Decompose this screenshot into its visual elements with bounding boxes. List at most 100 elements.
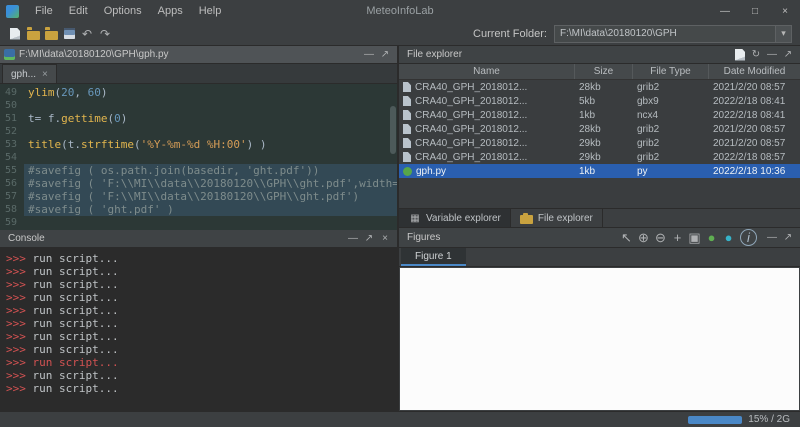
statusbar: 15% / 2G [0,411,800,427]
code-line: 49ylim(20, 60) [0,86,397,99]
scrollbar-thumb[interactable] [390,106,396,154]
folder-icon [520,211,534,225]
draw-point-icon[interactable]: ● [703,229,720,246]
column-header-date-modified[interactable]: Date Modified [709,64,800,79]
current-folder-combobox[interactable]: F:\MI\data\20180120\GPH ▾ [554,25,792,43]
dropdown-arrow-icon[interactable]: ▾ [775,26,791,42]
column-header-file-type[interactable]: File Type [633,64,709,79]
console-prompt: >>> [6,304,26,317]
undo-icon[interactable]: ↶ [78,25,96,43]
figures-toolbar: ↖⊕⊖+▣●●i [618,229,760,246]
float-panel-icon[interactable]: ↗ [780,230,796,246]
identify-icon[interactable]: i [740,229,757,246]
file-explorer-title: File explorer [403,49,466,60]
close-tab-icon[interactable]: × [42,69,48,80]
table-row[interactable]: CRA40_GPH_2018012...29kbgrib22021/2/20 0… [399,136,800,150]
table-row[interactable]: gph.py1kbpy2022/2/18 10:36 [399,164,800,178]
save-icon[interactable] [60,25,78,43]
memory-progress-bar [688,416,742,424]
python-file-icon [4,49,15,60]
console-line: >>> run script... [6,382,391,395]
grib-file-icon [403,152,411,162]
float-panel-icon[interactable]: ↗ [377,47,393,63]
rotate-icon[interactable]: ● [720,229,737,246]
select-arrow-icon[interactable]: ↖ [618,229,635,246]
zoom-out-icon[interactable]: ⊖ [652,229,669,246]
console-text: run script... [26,343,119,356]
console-line: >>> run script... [6,252,391,265]
pan-icon[interactable]: + [669,229,686,246]
locate-file-icon[interactable] [732,47,748,63]
console-input-line[interactable]: >>> [6,395,391,408]
cell-name: CRA40_GPH_2018012... [399,110,575,121]
table-row[interactable]: CRA40_GPH_2018012...29kbgrib22022/2/18 0… [399,150,800,164]
code-text: #savefig ( 'F:\\MI\\data\\20180120\\GPH\… [24,190,397,203]
column-header-name[interactable]: Name [399,64,575,79]
python-file-icon [403,167,412,176]
full-extent-icon[interactable]: ▣ [686,229,703,246]
minimize-panel-icon[interactable]: — [764,47,780,63]
cell-name: CRA40_GPH_2018012... [399,124,575,135]
tab-figure-1[interactable]: Figure 1 [401,248,466,266]
memory-text: 15% / 2G [748,414,790,425]
zoom-in-icon[interactable]: ⊕ [635,229,652,246]
tab-file-explorer[interactable]: File explorer [511,209,603,227]
menu-options[interactable]: Options [96,2,150,20]
minimize-panel-icon[interactable]: — [345,231,361,247]
code-line: 54 [0,151,397,164]
line-number: 57 [0,191,24,202]
cell-date-modified: 2021/2/20 08:57 [709,124,800,135]
console-text: run script... [26,278,119,291]
open-file-icon[interactable] [24,25,42,43]
grib-file-icon [403,96,411,106]
console-line: >>> run script... [6,291,391,304]
line-number: 55 [0,165,24,176]
float-panel-icon[interactable]: ↗ [361,231,377,247]
editor-panel-controls: —↗ [361,47,393,63]
refresh-icon[interactable]: ↻ [748,47,764,63]
cell-name: gph.py [399,166,575,177]
console-output[interactable]: >>> run script...>>> run script...>>> ru… [0,248,397,411]
column-header-size[interactable]: Size [575,64,633,79]
menu-apps[interactable]: Apps [150,2,191,20]
close-panel-icon[interactable]: × [377,231,393,247]
console-text: run script... [26,330,119,343]
editor-tabbar: gph... × [0,64,397,84]
main-area: F:\MI\data\20180120\GPH\gph.py —↗ gph...… [0,46,800,411]
close-window-icon[interactable]: × [770,0,800,22]
tab-variable-explorer[interactable]: ▦Variable explorer [399,209,511,227]
minimize-panel-icon[interactable]: — [361,47,377,63]
editor-scrollbar[interactable] [389,84,397,230]
console-prompt: >>> [6,330,26,343]
console-line: >>> run script... [6,317,391,330]
table-row[interactable]: CRA40_GPH_2018012...28kbgrib22021/2/20 0… [399,122,800,136]
table-row[interactable]: CRA40_GPH_2018012...28kbgrib22021/2/20 0… [399,80,800,94]
menu-bar: FileEditOptionsAppsHelp [27,2,229,20]
explorer-tabs: ▦Variable explorerFile explorer [399,208,800,228]
open-project-icon[interactable] [42,25,60,43]
minimize-panel-icon[interactable]: — [764,230,780,246]
console-prompt: >>> [6,278,26,291]
console-line: >>> run script... [6,343,391,356]
redo-icon[interactable]: ↷ [96,25,114,43]
grib-file-icon [403,110,411,120]
maximize-window-icon[interactable]: □ [740,0,770,22]
minimize-window-icon[interactable]: — [710,0,740,22]
float-panel-icon[interactable]: ↗ [780,47,796,63]
figure-canvas[interactable] [400,268,799,410]
menu-file[interactable]: File [27,2,61,20]
menu-help[interactable]: Help [191,2,230,20]
table-row[interactable]: CRA40_GPH_2018012...5kbgbx92022/2/18 08:… [399,94,800,108]
code-editor[interactable]: 49ylim(20, 60)5051t= f.gettime(0)5253tit… [0,84,397,230]
cell-size: 28kb [575,82,633,93]
menu-edit[interactable]: Edit [61,2,96,20]
right-column: File explorer ↻—↗ Name Size File Type Da… [399,46,800,411]
tab-label: Variable explorer [426,213,501,224]
cell-date-modified: 2021/2/20 08:57 [709,138,800,149]
grib-file-icon [403,138,411,148]
table-row[interactable]: CRA40_GPH_2018012...1kbncx42022/2/18 08:… [399,108,800,122]
cell-date-modified: 2022/2/18 08:57 [709,152,800,163]
console-panel: Console —↗× >>> run script...>>> run scr… [0,230,397,411]
new-script-icon[interactable] [6,25,24,43]
tab-gph[interactable]: gph... × [2,64,57,83]
